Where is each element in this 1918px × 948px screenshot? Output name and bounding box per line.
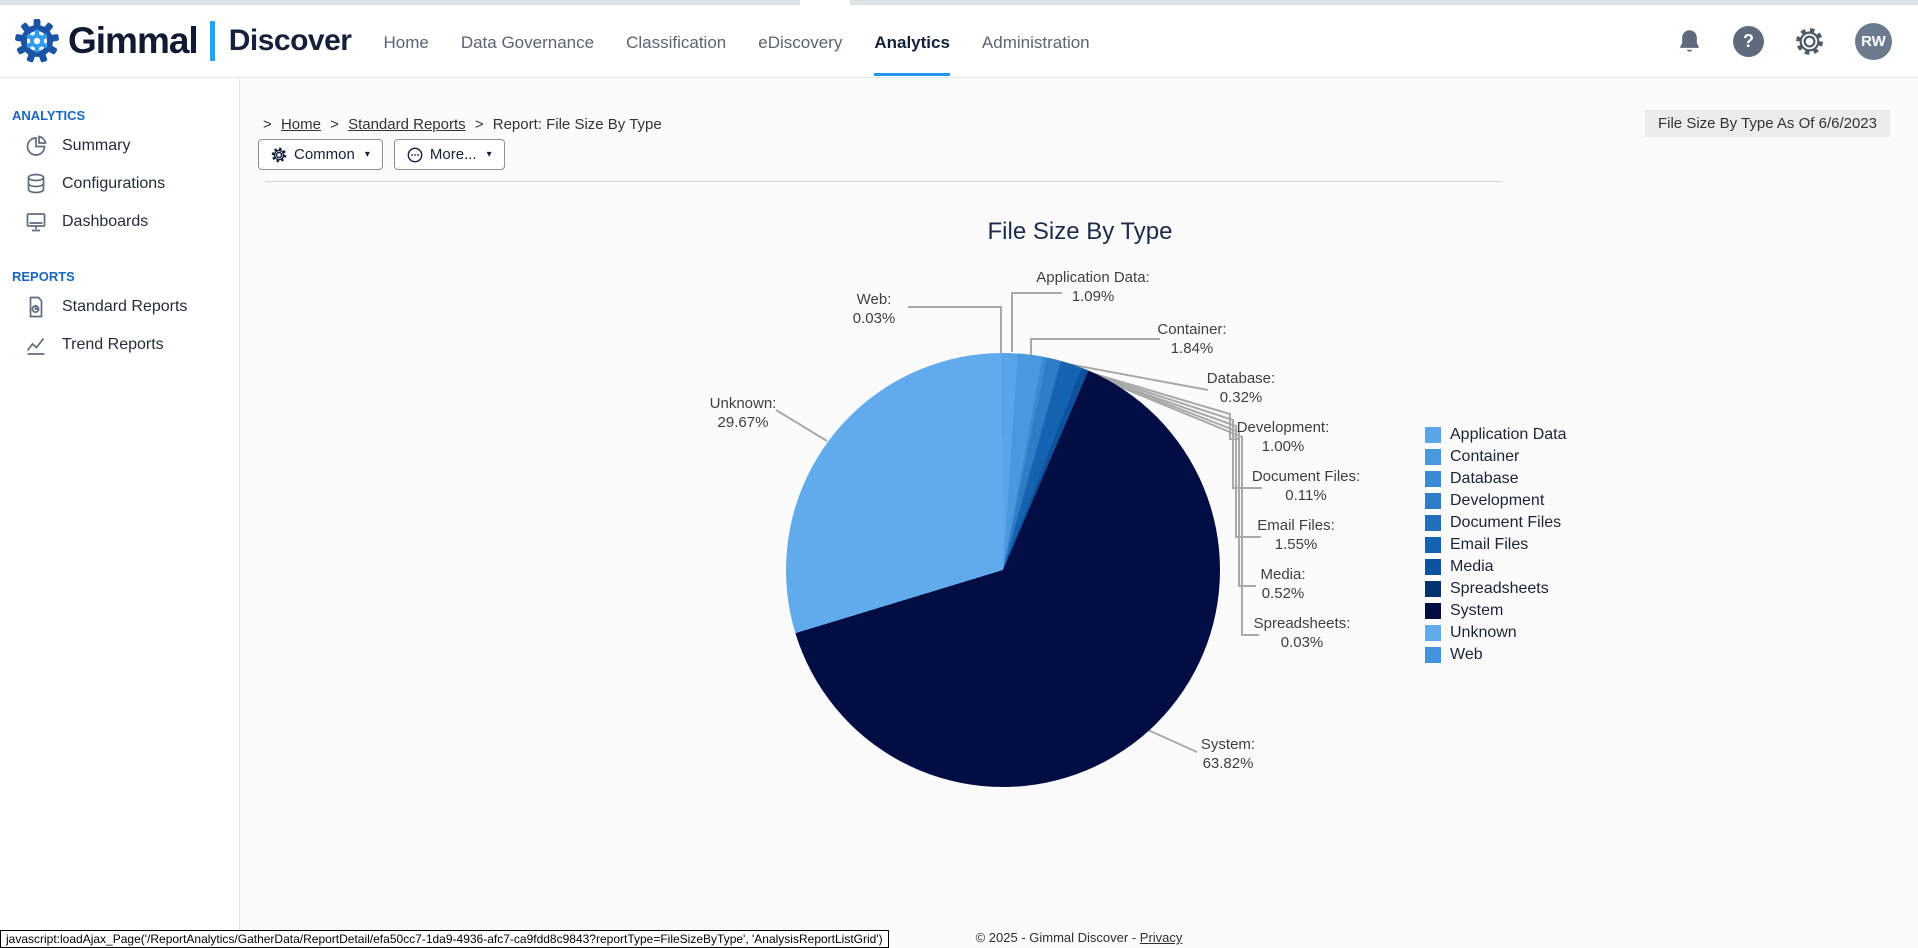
legend-swatch [1425, 559, 1441, 575]
legend-label: Application Data [1450, 426, 1567, 444]
copyright-text: © 2025 - Gimmal Discover - [976, 930, 1137, 945]
legend-swatch [1425, 493, 1441, 509]
breadcrumb-current: Report: File Size By Type [493, 116, 662, 133]
sidebar-section-reports: REPORTS [12, 269, 239, 284]
toolbar-divider [265, 181, 1502, 182]
app-window: Gimmal Discover Home Data Governance Cla… [0, 0, 1918, 948]
legend-item[interactable]: Unknown [1425, 622, 1567, 644]
gear-icon [271, 147, 287, 163]
sidebar-section-analytics: ANALYTICS [12, 108, 239, 123]
breadcrumb-separator: > [263, 116, 272, 133]
legend-item[interactable]: Application Data [1425, 424, 1567, 446]
legend-item[interactable]: Container [1425, 446, 1567, 468]
legend-swatch [1425, 581, 1441, 597]
brand-divider [210, 21, 215, 61]
sidebar-item-label: Summary [62, 137, 130, 155]
legend-swatch [1425, 625, 1441, 641]
nav-data-governance[interactable]: Data Governance [461, 6, 594, 76]
legend-label: Unknown [1450, 624, 1517, 642]
privacy-link[interactable]: Privacy [1140, 930, 1183, 945]
help-icon[interactable]: ? [1733, 26, 1764, 57]
sidebar-item-standard-reports[interactable]: Standard Reports [12, 288, 239, 326]
common-button-label: Common [294, 146, 355, 163]
legend-label: Email Files [1450, 536, 1528, 554]
breadcrumb-home[interactable]: Home [281, 116, 321, 133]
header-actions: ? RW [1676, 23, 1892, 60]
chevron-down-icon: ▾ [487, 149, 492, 160]
database-icon [24, 172, 48, 196]
gimmal-logo-gear-icon [14, 18, 60, 64]
status-tooltip: javascript:loadAjax_Page('/ReportAnalyti… [0, 930, 889, 948]
legend-swatch [1425, 603, 1441, 619]
sidebar-item-label: Standard Reports [62, 298, 187, 316]
legend-item[interactable]: Email Files [1425, 534, 1567, 556]
more-button-label: More... [430, 146, 477, 163]
legend-label: Spreadsheets [1450, 580, 1549, 598]
sidebar: ANALYTICS Summary Configurations Dashboa… [0, 78, 240, 948]
common-button[interactable]: Common ▾ [258, 139, 383, 170]
legend-item[interactable]: Media [1425, 556, 1567, 578]
nav-classification[interactable]: Classification [626, 6, 726, 76]
chevron-down-icon: ▾ [365, 149, 370, 160]
legend-swatch [1425, 427, 1441, 443]
sidebar-item-label: Trend Reports [62, 336, 164, 354]
sidebar-item-summary[interactable]: Summary [12, 127, 239, 165]
legend-item[interactable]: Development [1425, 490, 1567, 512]
avatar[interactable]: RW [1855, 23, 1892, 60]
toolbar: Common ▾ More... ▾ [258, 139, 505, 170]
legend-label: Document Files [1450, 514, 1561, 532]
sidebar-item-label: Dashboards [62, 213, 148, 231]
legend-item[interactable]: Database [1425, 468, 1567, 490]
legend-swatch [1425, 449, 1441, 465]
sidebar-item-dashboards[interactable]: Dashboards [12, 203, 239, 241]
legend-item[interactable]: Spreadsheets [1425, 578, 1567, 600]
ellipsis-circle-icon [407, 147, 423, 163]
nav-analytics[interactable]: Analytics [874, 6, 950, 76]
main-nav: Home Data Governance Classification eDis… [383, 5, 1089, 77]
legend-swatch [1425, 471, 1441, 487]
legend-item[interactable]: Web [1425, 644, 1567, 666]
legend-item[interactable]: System [1425, 600, 1567, 622]
sidebar-item-configurations[interactable]: Configurations [12, 165, 239, 203]
nav-ediscovery[interactable]: eDiscovery [758, 6, 842, 76]
legend-label: Container [1450, 448, 1519, 466]
legend-swatch [1425, 647, 1441, 663]
sidebar-item-trend-reports[interactable]: Trend Reports [12, 326, 239, 364]
app-header: Gimmal Discover Home Data Governance Cla… [0, 5, 1918, 78]
legend-label: Web [1450, 646, 1483, 664]
legend-label: Development [1450, 492, 1544, 510]
legend-label: Media [1450, 558, 1494, 576]
legend-item[interactable]: Document Files [1425, 512, 1567, 534]
pie-chart[interactable] [786, 353, 1220, 787]
product-name: Discover [229, 24, 352, 58]
breadcrumb: > Home > Standard Reports > Report: File… [258, 116, 662, 133]
legend-swatch [1425, 537, 1441, 553]
sidebar-item-label: Configurations [62, 175, 165, 193]
breadcrumb-separator: > [330, 116, 339, 133]
breadcrumb-standard-reports[interactable]: Standard Reports [348, 116, 466, 133]
pie-chart-icon [24, 134, 48, 158]
bell-icon[interactable] [1676, 27, 1703, 56]
brand-name: Gimmal [68, 20, 198, 62]
legend-label: Database [1450, 470, 1519, 488]
monitor-icon [24, 210, 48, 234]
report-document-icon [24, 295, 48, 319]
legend-swatch [1425, 515, 1441, 531]
chart-legend: Application Data Container Database Develop… [1425, 424, 1567, 666]
brand[interactable]: Gimmal Discover [14, 18, 351, 64]
trend-line-icon [24, 333, 48, 357]
nav-administration[interactable]: Administration [982, 6, 1090, 76]
gear-icon[interactable] [1794, 26, 1825, 57]
nav-home[interactable]: Home [383, 6, 428, 76]
legend-label: System [1450, 602, 1503, 620]
breadcrumb-separator: > [475, 116, 484, 133]
more-button[interactable]: More... ▾ [394, 139, 505, 170]
report-as-of-label: File Size By Type As Of 6/6/2023 [1645, 110, 1890, 137]
